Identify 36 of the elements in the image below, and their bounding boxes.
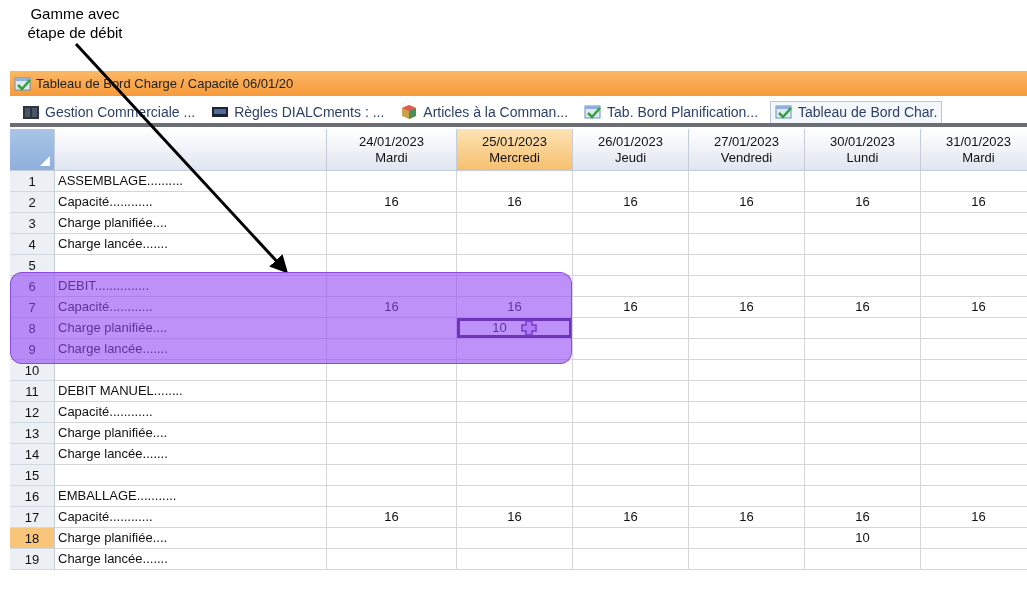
column-header[interactable]: 27/01/2023 Vendredi (689, 129, 805, 171)
cursor-icon (520, 320, 537, 336)
cube-icon (400, 104, 419, 120)
row-label: Charge lancée....... (55, 549, 327, 570)
row-number[interactable]: 15 (10, 465, 55, 486)
row-number[interactable]: 16 (10, 486, 55, 507)
checklist-icon (14, 75, 32, 92)
checklist-icon (775, 104, 794, 120)
tab[interactable]: Tab. Bord Planification... (580, 102, 763, 123)
cabinet-icon (22, 104, 40, 120)
annotation-text: Gamme avec étape de débit (26, 4, 124, 43)
table-cell: 16 (457, 297, 573, 318)
triangle-icon (40, 156, 50, 166)
row-number[interactable]: 13 (10, 423, 55, 444)
checklist-icon (584, 104, 603, 120)
tab[interactable]: Tableau de Bord Char. (770, 101, 943, 123)
row-number[interactable]: 2 (10, 192, 55, 213)
row-number[interactable]: 1 (10, 171, 55, 192)
column-header[interactable]: 26/01/2023 Jeudi (573, 129, 689, 171)
row-number[interactable]: 4 (10, 234, 55, 255)
monitor-icon (211, 104, 230, 120)
row-number[interactable]: 12 (10, 402, 55, 423)
column-header[interactable]: 25/01/2023 Mercredi (457, 129, 573, 171)
row-number[interactable]: 5 (10, 255, 55, 276)
row-number[interactable]: 17 (10, 507, 55, 528)
row-number[interactable]: 3 (10, 213, 55, 234)
tab[interactable]: Règles DIALCments : ... (207, 102, 389, 123)
row-number[interactable]: 19 (10, 549, 55, 570)
row-number[interactable]: 10 (10, 360, 55, 381)
tab[interactable]: Articles à la Comman... (396, 102, 573, 123)
column-header[interactable]: 30/01/2023 Lundi (805, 129, 921, 171)
row-number[interactable]: 14 (10, 444, 55, 465)
corner-header[interactable] (10, 129, 55, 171)
row-number[interactable]: 18 (10, 528, 55, 549)
row-number[interactable]: 11 (10, 381, 55, 402)
column-header[interactable]: 24/01/2023 Mardi (327, 129, 457, 171)
